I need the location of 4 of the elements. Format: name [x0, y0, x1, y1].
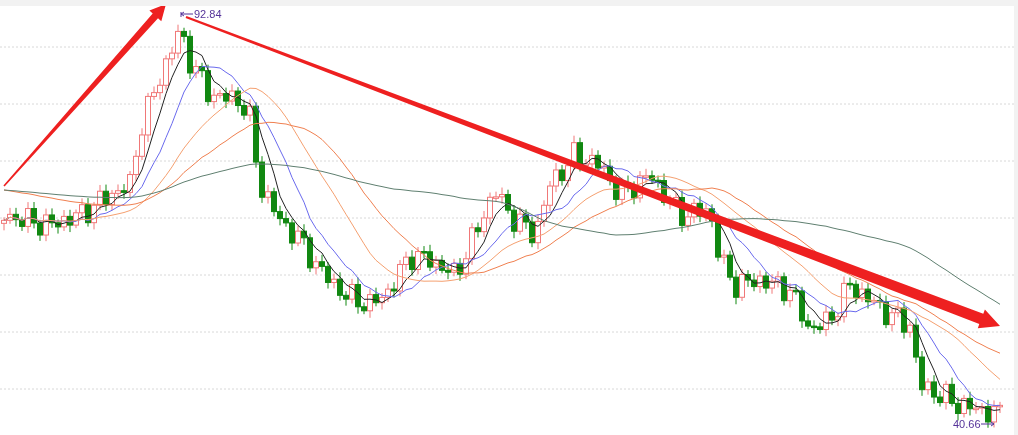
low-price-label: 40.66: [953, 418, 981, 430]
high-price-marker: [180, 11, 194, 18]
low-price-marker: [980, 421, 995, 427]
high-price-label: 92.84: [194, 8, 222, 20]
